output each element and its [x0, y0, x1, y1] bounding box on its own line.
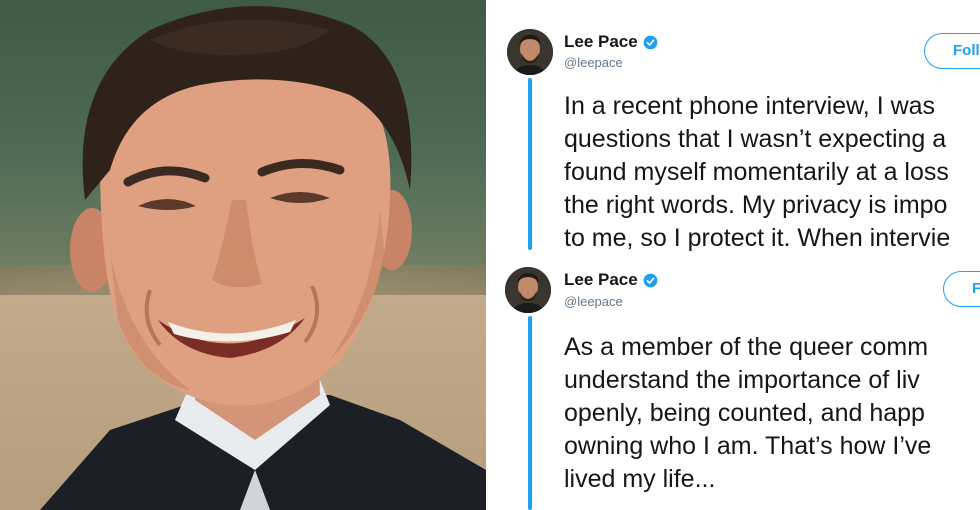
avatar-image [505, 267, 551, 313]
tweet-line: lived my life... [564, 465, 716, 493]
verified-badge-icon [643, 35, 658, 49]
thread-connector-line [528, 78, 532, 250]
tweet-line: questions that I wasn’t expecting a [564, 125, 947, 153]
author-handle[interactable]: @leepace [564, 55, 623, 70]
follow-button[interactable]: F [943, 271, 980, 307]
portrait-illustration [40, 6, 486, 510]
tweet-author: Lee Pace [564, 270, 658, 290]
profile-photo [0, 0, 486, 510]
author-handle[interactable]: @leepace [564, 294, 623, 309]
tweet-line: In a recent phone interview, I was [564, 92, 936, 120]
tweet-line: found myself momentarily at a loss [564, 158, 949, 186]
tweet-body: In a recent phone interview, I was quest… [564, 90, 950, 255]
follow-button[interactable]: Follow [924, 33, 980, 69]
tweet-line: As a member of the queer comm [564, 333, 929, 361]
tweet-body: As a member of the queer comm understand… [564, 331, 931, 496]
author-name[interactable]: Lee Pace [564, 32, 638, 52]
thread-connector-line [528, 316, 532, 510]
tweet-line: understand the importance of liv [564, 366, 920, 394]
verified-badge-icon [643, 273, 658, 287]
avatar[interactable] [505, 267, 551, 313]
tweet-author: Lee Pace [564, 32, 658, 52]
tweet-line: to me, so I protect it. When intervie [564, 224, 951, 252]
tweet-line: openly, being counted, and happ [564, 399, 925, 427]
author-name[interactable]: Lee Pace [564, 270, 638, 290]
tweet-line: the right words. My privacy is impo [564, 191, 948, 219]
avatar-image [507, 29, 553, 75]
tweet-thread: Lee Pace @leepace Follow In a recent pho… [486, 0, 980, 510]
tweet-line: owning who I am. That’s how I’ve [564, 432, 932, 460]
avatar[interactable] [507, 29, 553, 75]
